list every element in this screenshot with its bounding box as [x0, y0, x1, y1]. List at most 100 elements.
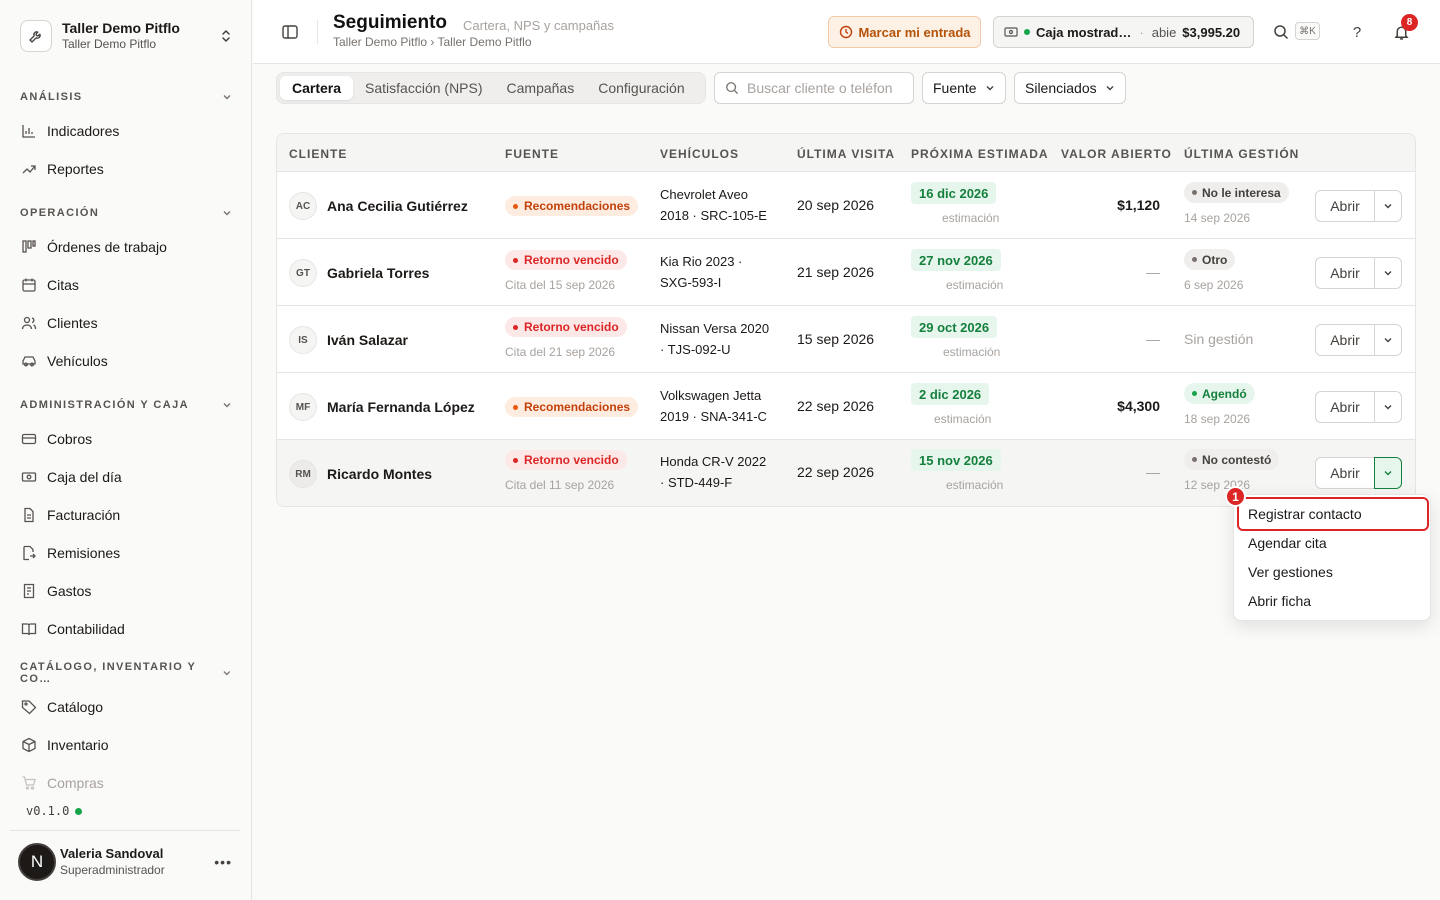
sidebar-toggle-icon[interactable] [279, 21, 301, 43]
user-role: Superadministrador [60, 863, 165, 877]
chevron-down-icon [223, 95, 231, 100]
sidebar: Taller Demo Pitflo Taller Demo Pitflo AN… [0, 0, 252, 900]
cash-register-selector[interactable]: Caja mostrad… · abie $3,995.20 [993, 16, 1254, 48]
separator: · [1139, 24, 1144, 40]
column-header[interactable]: PRÓXIMA ESTIMADA [911, 147, 1049, 161]
open-button[interactable]: Abrir [1315, 190, 1375, 222]
open-button[interactable]: Abrir [1315, 457, 1375, 489]
sidebar-item-ordenes[interactable]: Órdenes de trabajo [10, 230, 242, 264]
page-subtitle: Cartera, NPS y campañas [463, 18, 615, 33]
column-header[interactable]: VEHÍCULOS [660, 147, 739, 161]
more-icon[interactable]: ••• [214, 854, 232, 870]
sidebar-item-gastos[interactable]: Gastos [10, 574, 242, 608]
section-analisis[interactable]: ANÁLISIS [20, 89, 232, 105]
vehicle-line: Kia Rio 2023 · [660, 254, 743, 269]
chevron-down-icon [1384, 338, 1392, 343]
sidebar-item-facturacion[interactable]: Facturación [10, 498, 242, 532]
tab-cartera[interactable]: Cartera [280, 76, 354, 100]
gestion-label: No le interesa [1202, 185, 1281, 200]
sidebar-item-label: Remisiones [47, 545, 121, 561]
breadcrumb[interactable]: Taller Demo Pitflo › Taller Demo Pitflo [333, 35, 532, 49]
mark-entry-button[interactable]: Marcar mi entrada [828, 16, 981, 48]
user-menu[interactable]: N Valeria Sandoval Superadministrador ••… [18, 841, 240, 883]
status-dot [1192, 457, 1197, 462]
gestion-badge: No contestó [1184, 449, 1280, 470]
sidebar-item-label: Inventario [47, 737, 109, 753]
table-row[interactable]: IS Iván Salazar Retorno vencido Cita del… [277, 306, 1415, 373]
row-actions-button[interactable] [1374, 324, 1402, 356]
sidebar-item-compras[interactable]: Compras [10, 766, 242, 800]
menu-item-abrir-ficha[interactable]: Abrir ficha [1238, 586, 1428, 615]
row-actions-button[interactable] [1374, 391, 1402, 423]
section-administracion[interactable]: ADMINISTRACIÓN Y CAJA [20, 397, 232, 413]
open-value: — [1146, 264, 1160, 280]
tab-campanas[interactable]: Campañas [495, 76, 587, 100]
column-header[interactable]: ÚLTIMA GESTIÓN [1184, 147, 1299, 161]
search-input[interactable] [747, 80, 907, 96]
sidebar-item-catalogo[interactable]: Catálogo [10, 690, 242, 724]
sidebar-item-inventario[interactable]: Inventario [10, 728, 242, 762]
open-value: $4,300 [1117, 398, 1160, 414]
sidebar-item-vehiculos[interactable]: Vehículos [10, 344, 242, 378]
help-icon[interactable]: ? [1347, 22, 1367, 42]
menu-item-ver-gestiones[interactable]: Ver gestiones [1238, 557, 1428, 586]
row-actions-button[interactable] [1374, 190, 1402, 222]
sidebar-item-caja[interactable]: Caja del día [10, 460, 242, 494]
status-dot [513, 457, 518, 463]
section-title: CATÁLOGO, INVENTARIO Y CO… [20, 661, 197, 685]
sidebar-item-citas[interactable]: Citas [10, 268, 242, 302]
gestion-label: Otro [1202, 252, 1228, 267]
status-dot [1192, 190, 1197, 195]
open-button[interactable]: Abrir [1315, 257, 1375, 289]
sidebar-item-clientes[interactable]: Clientes [10, 306, 242, 340]
section-catalogo[interactable]: CATÁLOGO, INVENTARIO Y CO… [20, 661, 232, 685]
sidebar-item-indicadores[interactable]: Indicadores [10, 114, 242, 148]
step-marker: 1 [1225, 486, 1246, 507]
cart-icon [20, 775, 37, 792]
table-row[interactable]: MF María Fernanda López Recomendaciones … [277, 373, 1415, 440]
table-row[interactable]: AC Ana Cecilia Gutiérrez Recomendaciones… [277, 172, 1415, 239]
chevron-down-icon [223, 403, 231, 408]
gestion-date: 14 sep 2026 [1184, 211, 1251, 225]
sidebar-item-label: Indicadores [47, 123, 120, 139]
column-header[interactable]: ÚLTIMA VISITA [797, 147, 895, 161]
muted-filter-dropdown[interactable]: Silenciados [1014, 72, 1126, 104]
next-estimate-note: estimación [934, 412, 992, 426]
last-visit: 20 sep 2026 [797, 197, 875, 213]
chevron-down-icon [1384, 271, 1392, 276]
menu-item-agendar-cita[interactable]: Agendar cita [1238, 528, 1428, 557]
sidebar-item-contabilidad[interactable]: Contabilidad [10, 612, 242, 646]
next-estimate: 15 nov 2026 [911, 449, 1001, 471]
status-dot [75, 807, 83, 815]
user-name: Valeria Sandoval [60, 846, 164, 861]
tab-configuracion[interactable]: Configuración [586, 76, 696, 100]
column-header[interactable]: VALOR ABIERTO [1061, 147, 1172, 161]
sidebar-item-remisiones[interactable]: Remisiones [10, 536, 242, 570]
tab-satisfaccion[interactable]: Satisfacción (NPS) [353, 76, 494, 100]
table-row[interactable]: GT Gabriela Torres Retorno vencido Cita … [277, 239, 1415, 306]
sidebar-item-cobros[interactable]: Cobros [10, 422, 242, 456]
vehicle-line: Nissan Versa 2020 [660, 321, 770, 336]
row-actions-button[interactable] [1374, 457, 1402, 489]
open-button[interactable]: Abrir [1315, 324, 1375, 356]
org-switcher[interactable]: Taller Demo Pitflo Taller Demo Pitflo [10, 10, 242, 62]
column-header[interactable]: CLIENTE [289, 147, 347, 161]
section-operacion[interactable]: OPERACIÓN [20, 205, 232, 221]
open-button[interactable]: Abrir [1315, 391, 1375, 423]
sidebar-item-reportes[interactable]: Reportes [10, 152, 242, 186]
column-header[interactable]: FUENTE [505, 147, 559, 161]
row-actions-button[interactable] [1374, 257, 1402, 289]
kanban-icon [20, 239, 37, 256]
chevron-down-icon [223, 211, 231, 216]
search-icon[interactable] [1271, 22, 1291, 42]
client-name: Ricardo Montes [327, 466, 433, 482]
next-estimate-note: estimación [946, 478, 1004, 492]
source-filter-dropdown[interactable]: Fuente [922, 72, 1006, 104]
chevron-down-icon [985, 83, 995, 93]
vehicle-line: Chevrolet Aveo [660, 187, 748, 202]
menu-item-registrar-contacto[interactable]: Registrar contacto [1237, 497, 1429, 531]
top-header: Seguimiento Cartera, NPS y campañas Tall… [253, 0, 1440, 64]
book-icon [20, 621, 37, 638]
bar-chart-icon [20, 123, 37, 140]
client-initials: GT [289, 259, 317, 287]
